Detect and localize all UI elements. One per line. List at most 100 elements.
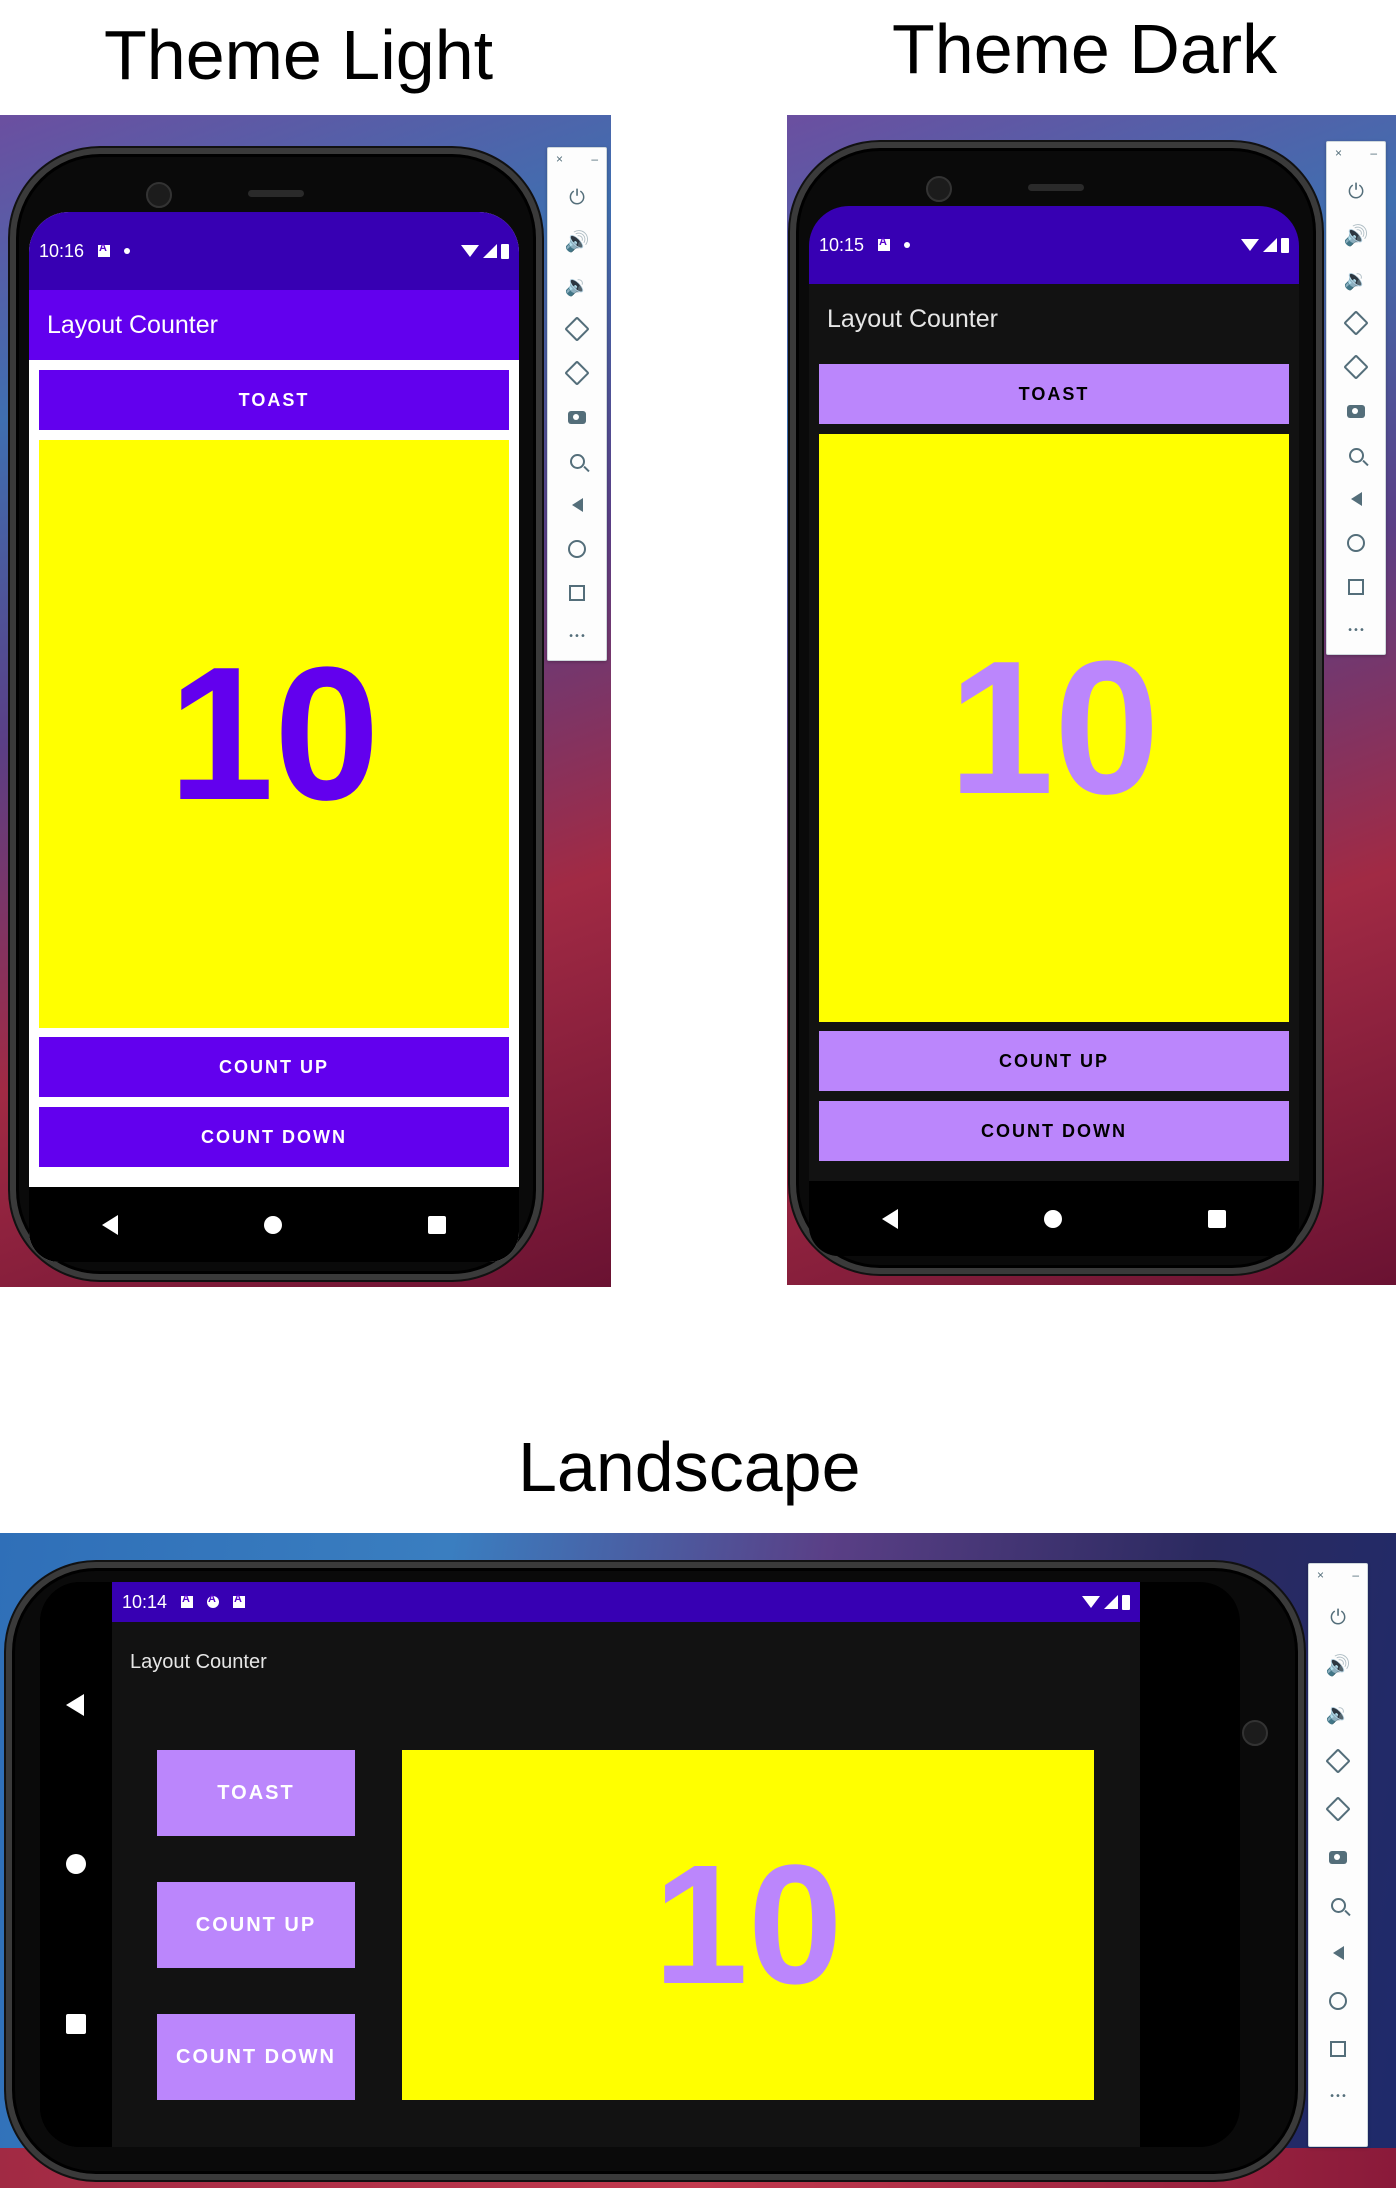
- count-display: 10: [819, 434, 1289, 1022]
- nav-home-icon[interactable]: [66, 1854, 86, 1874]
- app-title: Layout Counter: [47, 310, 218, 339]
- app-area: 10:14 Layout Counter TOAST COUNT UP COUN…: [112, 1582, 1140, 2147]
- status-bar: 10:14: [112, 1582, 1140, 1622]
- status-bar: 10:16: [29, 212, 519, 290]
- emulator-toolbar-landscape: × – ⏻ 🔊 🔉 •••: [1308, 1563, 1368, 2147]
- nav-home-icon[interactable]: [1044, 1209, 1062, 1228]
- overview-icon[interactable]: [1321, 2032, 1355, 2066]
- notification-dot-icon: [904, 242, 911, 248]
- status-time: 10:16: [39, 240, 85, 261]
- volume-up-icon[interactable]: 🔊: [1339, 218, 1373, 252]
- nav-recents-icon[interactable]: [428, 1215, 446, 1234]
- nav-home-icon[interactable]: [264, 1215, 282, 1234]
- battery-icon: [1281, 237, 1289, 253]
- app-bar: Layout Counter: [112, 1622, 1140, 1702]
- home-icon[interactable]: [1339, 526, 1373, 560]
- power-icon[interactable]: ⏻: [1339, 174, 1373, 208]
- nav-back-icon[interactable]: [102, 1214, 118, 1235]
- notification-sd-icon: [233, 1593, 246, 1608]
- home-icon[interactable]: [560, 532, 594, 566]
- battery-icon: [501, 243, 509, 259]
- volume-up-icon[interactable]: 🔊: [1321, 1648, 1355, 1682]
- notification-dot-icon: [124, 248, 131, 254]
- emulator-toolbar-dark: × – ⏻ 🔊 🔉 •••: [1326, 141, 1386, 655]
- more-icon[interactable]: •••: [1321, 2080, 1355, 2114]
- zoom-icon[interactable]: [1321, 1888, 1355, 1922]
- overview-icon[interactable]: [1339, 570, 1373, 604]
- count-display: 10: [402, 1750, 1094, 2100]
- zoom-icon[interactable]: [560, 444, 594, 478]
- app-title: Layout Counter: [130, 1650, 267, 1673]
- signal-icon: [1263, 238, 1277, 252]
- nav-back-icon[interactable]: [882, 1208, 898, 1229]
- rotate-right-icon[interactable]: [560, 356, 594, 390]
- close-icon[interactable]: ×: [1317, 1568, 1324, 1582]
- app-bar: Layout Counter: [29, 290, 519, 360]
- rotate-left-icon[interactable]: [560, 312, 594, 346]
- back-icon[interactable]: [560, 488, 594, 522]
- notification-a-icon: [98, 242, 111, 257]
- notification-a-icon: [878, 236, 891, 251]
- rotate-right-icon[interactable]: [1321, 1792, 1355, 1826]
- nav-recents-icon[interactable]: [66, 2014, 86, 2034]
- battery-icon: [1122, 1594, 1130, 1610]
- rotate-right-icon[interactable]: [1339, 350, 1373, 384]
- count-down-button[interactable]: COUNT DOWN: [39, 1107, 509, 1167]
- volume-down-icon[interactable]: 🔉: [1339, 262, 1373, 296]
- power-icon[interactable]: ⏻: [1321, 1600, 1355, 1634]
- front-camera: [146, 182, 172, 208]
- heading-theme-light: Theme Light: [104, 16, 494, 94]
- camera-icon[interactable]: [1339, 394, 1373, 428]
- count-value: 10: [948, 622, 1160, 834]
- count-value: 10: [168, 628, 380, 840]
- earpiece-speaker: [1028, 184, 1084, 191]
- volume-down-icon[interactable]: 🔉: [560, 268, 594, 302]
- count-value: 10: [653, 1830, 843, 2020]
- earpiece-speaker: [248, 190, 304, 197]
- volume-up-icon[interactable]: 🔊: [560, 224, 594, 258]
- toast-button[interactable]: TOAST: [819, 364, 1289, 424]
- minimize-icon[interactable]: –: [1352, 1568, 1359, 1582]
- toast-button[interactable]: TOAST: [39, 370, 509, 430]
- count-down-button[interactable]: COUNT DOWN: [819, 1101, 1289, 1161]
- more-icon[interactable]: •••: [1339, 614, 1373, 648]
- status-bar: 10:15: [809, 206, 1299, 284]
- close-icon[interactable]: ×: [1335, 146, 1342, 160]
- count-down-button[interactable]: COUNT DOWN: [157, 2014, 355, 2100]
- nav-rail: [40, 1582, 112, 2147]
- close-icon[interactable]: ×: [556, 152, 563, 166]
- count-up-button[interactable]: COUNT UP: [39, 1037, 509, 1097]
- back-icon[interactable]: [1321, 1936, 1355, 1970]
- volume-down-icon[interactable]: 🔉: [1321, 1696, 1355, 1730]
- status-time: 10:14: [122, 1591, 168, 1612]
- rotate-left-icon[interactable]: [1321, 1744, 1355, 1778]
- app-title: Layout Counter: [827, 304, 998, 333]
- front-camera: [926, 176, 952, 202]
- power-icon[interactable]: ⏻: [560, 180, 594, 214]
- minimize-icon[interactable]: –: [591, 152, 598, 166]
- back-icon[interactable]: [1339, 482, 1373, 516]
- count-display: 10: [39, 440, 509, 1028]
- signal-icon: [483, 244, 497, 258]
- camera-icon[interactable]: [1321, 1840, 1355, 1874]
- zoom-icon[interactable]: [1339, 438, 1373, 472]
- rotate-left-icon[interactable]: [1339, 306, 1373, 340]
- minimize-icon[interactable]: –: [1370, 146, 1377, 160]
- home-icon[interactable]: [1321, 1984, 1355, 2018]
- count-up-button[interactable]: COUNT UP: [157, 1882, 355, 1968]
- count-up-button[interactable]: COUNT UP: [819, 1031, 1289, 1091]
- screen-landscape: 10:14 Layout Counter TOAST COUNT UP COUN…: [40, 1582, 1240, 2147]
- toast-button[interactable]: TOAST: [157, 1750, 355, 1836]
- notification-chrome-icon: [207, 1593, 220, 1608]
- status-time: 10:15: [819, 234, 865, 255]
- heading-landscape: Landscape: [518, 1428, 861, 1506]
- more-icon[interactable]: •••: [560, 620, 594, 654]
- overview-icon[interactable]: [560, 576, 594, 610]
- nav-bar: [809, 1181, 1299, 1256]
- camera-icon[interactable]: [560, 400, 594, 434]
- nav-recents-icon[interactable]: [1208, 1209, 1226, 1228]
- front-camera: [1242, 1720, 1268, 1746]
- nav-back-icon[interactable]: [66, 1694, 84, 1716]
- wifi-icon: [461, 245, 479, 257]
- screen-light: 10:16 Layout Counter TOAST 10 COUNT UP C…: [29, 212, 519, 1262]
